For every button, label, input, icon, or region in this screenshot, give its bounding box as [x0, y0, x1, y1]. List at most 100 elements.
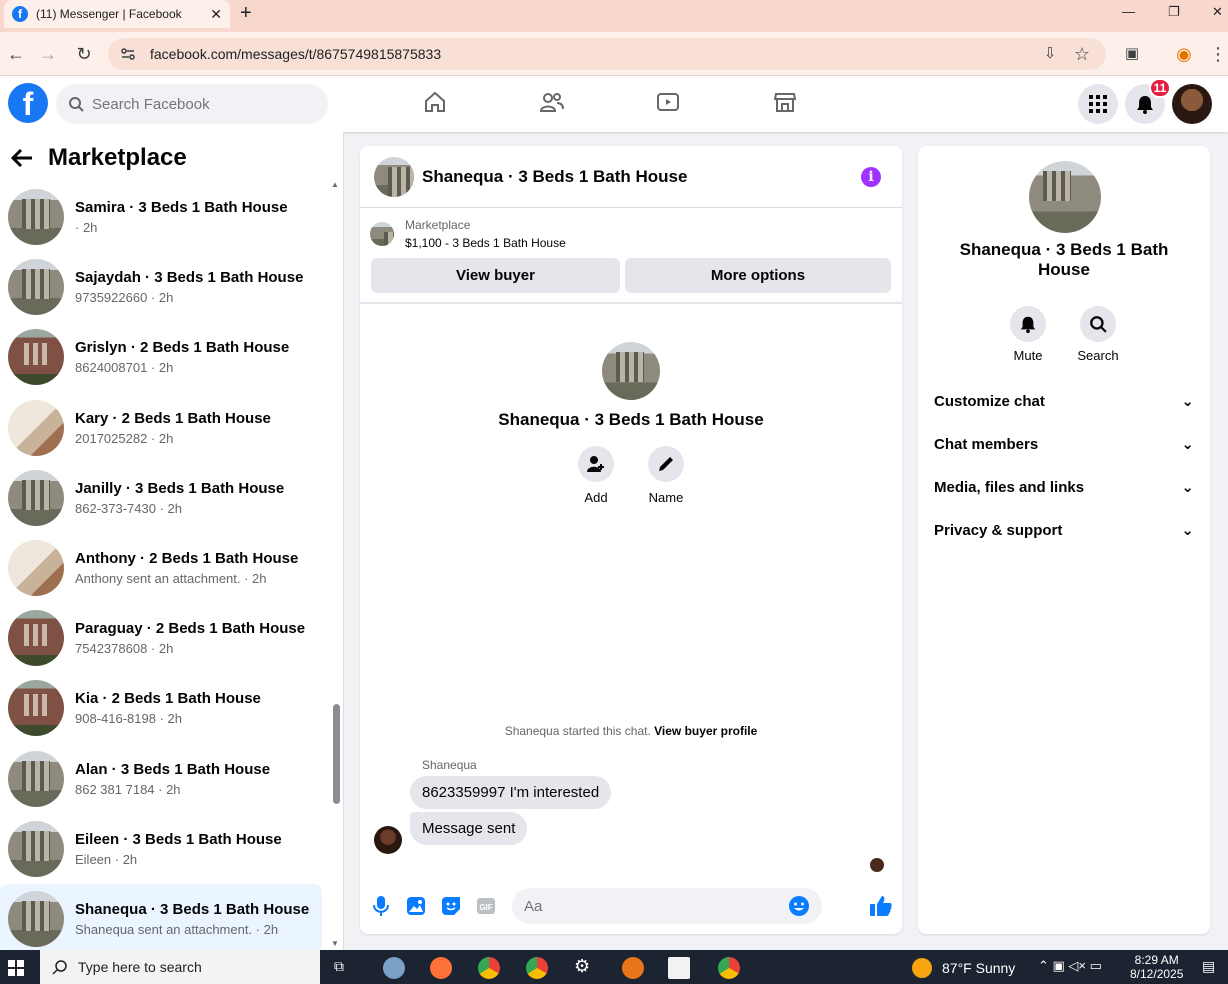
site-settings-icon[interactable]: [120, 46, 136, 62]
name-label: Name: [648, 490, 684, 505]
conversation-item[interactable]: Grislyn · 2 Beds 1 Bath House 8624008701 …: [0, 322, 322, 392]
sender-avatar[interactable]: [374, 826, 402, 854]
listing-thumbnail: [8, 750, 64, 807]
side-panel-icon[interactable]: ▣: [1122, 44, 1142, 64]
conversation-preview: 7542378608 · 2h: [75, 641, 174, 657]
info-icon[interactable]: i: [861, 167, 881, 187]
chrome-icon[interactable]: [718, 957, 740, 979]
add-person-icon: [587, 456, 604, 472]
message-bubble[interactable]: Message sent: [410, 812, 528, 845]
duckduckgo-icon[interactable]: [622, 957, 644, 979]
chat-started-notice: Shanequa started this chat. View buyer p…: [360, 724, 902, 738]
browser-toolbar: ← → ↻ facebook.com/messages/t/8675749815…: [0, 32, 1228, 76]
facebook-logo-icon[interactable]: f: [8, 83, 48, 123]
firefox-icon[interactable]: [430, 957, 452, 979]
search-input[interactable]: [92, 95, 292, 113]
conversation-item[interactable]: Paraguay · 2 Beds 1 Bath House 7542378608…: [0, 603, 322, 673]
minimize-icon[interactable]: —: [1122, 4, 1135, 19]
taskbar-clock[interactable]: 8:29 AM 8/12/2025: [1130, 953, 1183, 981]
add-people-button[interactable]: Add: [566, 446, 626, 505]
bookmark-star-icon[interactable]: ☆: [1072, 44, 1092, 64]
watch-icon[interactable]: [656, 90, 680, 114]
svg-text:GIF: GIF: [479, 903, 492, 912]
name-chat-button[interactable]: Name: [636, 446, 696, 505]
like-thumbs-up-icon[interactable]: [868, 894, 894, 918]
conversation-item[interactable]: Janilly · 3 Beds 1 Bath House 862-373-743…: [0, 463, 322, 533]
scrollbar-thumb[interactable]: [333, 704, 340, 804]
microphone-icon[interactable]: [369, 894, 393, 918]
chat-title[interactable]: Shanequa · 3 Beds 1 Bath House: [422, 167, 687, 187]
message-bubble[interactable]: 8623359997 I'm interested: [410, 776, 612, 809]
conversation-item[interactable]: Alan · 3 Beds 1 Bath House 862 381 7184 ·…: [0, 744, 322, 814]
chrome-icon[interactable]: [478, 957, 500, 979]
conversation-preview: Eileen · 2h: [75, 851, 138, 867]
customize-chat-row[interactable]: Customize chat ⌄: [934, 386, 1194, 416]
system-tray-icons[interactable]: ⌃ ▣ ◁× ▭: [1038, 958, 1102, 974]
browser-tab[interactable]: f (11) Messenger | Facebook ✕: [4, 0, 230, 28]
mute-button[interactable]: Mute: [998, 306, 1058, 363]
conversation-item[interactable]: Kia · 2 Beds 1 Bath House 908-416-8198 · …: [0, 673, 322, 743]
scrollbar[interactable]: ▲ ▼: [330, 180, 342, 948]
windows-start-icon[interactable]: [8, 960, 24, 976]
conversation-name: Grislyn · 2 Beds 1 Bath House: [75, 339, 290, 357]
close-window-icon[interactable]: ✕: [1212, 4, 1223, 20]
conversation-item[interactable]: Samira · 3 Beds 1 Bath House · 2h: [0, 182, 322, 252]
media-files-links-row[interactable]: Media, files and links ⌄: [934, 472, 1194, 502]
notification-center-icon[interactable]: ▤: [1202, 958, 1215, 975]
install-app-icon[interactable]: ⇩: [1040, 44, 1060, 64]
scroll-down-icon[interactable]: ▼: [331, 939, 339, 948]
vivaldi-icon[interactable]: [668, 957, 690, 979]
gif-icon[interactable]: GIF: [474, 894, 498, 918]
taskbar-search[interactable]: Type here to search: [40, 950, 320, 984]
back-arrow-icon[interactable]: [10, 148, 34, 168]
privacy-support-row[interactable]: Privacy & support ⌄: [934, 515, 1194, 545]
task-view-icon[interactable]: ⧉: [334, 958, 344, 975]
reload-icon[interactable]: ↻: [74, 44, 94, 64]
conversation-item[interactable]: Sajaydah · 3 Beds 1 Bath House 9735922660…: [0, 252, 322, 322]
forward-icon[interactable]: →: [38, 44, 58, 64]
profile-icon[interactable]: ◉: [1174, 44, 1194, 64]
conversation-item[interactable]: Shanequa · 3 Beds 1 Bath House Shanequa s…: [0, 884, 322, 954]
scroll-up-icon[interactable]: ▲: [331, 180, 339, 189]
row-label: Customize chat: [934, 392, 1045, 410]
view-buyer-button[interactable]: View buyer: [371, 258, 620, 293]
conversation-text: Eileen · 3 Beds 1 Bath House Eileen · 2h: [75, 831, 282, 867]
sticker-icon[interactable]: [439, 894, 463, 918]
marketplace-icon[interactable]: [773, 90, 797, 114]
more-options-button[interactable]: More options: [625, 258, 891, 293]
conversation-item[interactable]: Kary · 2 Beds 1 Bath House 2017025282 · 2…: [0, 393, 322, 463]
emoji-icon[interactable]: [788, 895, 810, 917]
menu-dots-icon[interactable]: ⋮: [1208, 44, 1228, 64]
chat-avatar[interactable]: [374, 156, 414, 197]
listing-summary[interactable]: Marketplace $1,100 - 3 Beds 1 Bath House: [370, 218, 566, 250]
photo-icon[interactable]: [404, 894, 428, 918]
friends-icon[interactable]: [540, 90, 564, 114]
message-input-box[interactable]: [512, 888, 822, 924]
message-input[interactable]: [524, 897, 788, 915]
conversation-text: Samira · 3 Beds 1 Bath House · 2h: [75, 199, 288, 235]
new-tab-icon[interactable]: +: [240, 3, 252, 23]
weather-text: 87°F Sunny: [942, 960, 1016, 976]
address-bar[interactable]: facebook.com/messages/t/8675749815875833: [108, 38, 1106, 70]
settings-gear-icon[interactable]: ⚙: [574, 956, 590, 977]
search-in-chat-button[interactable]: Search: [1068, 306, 1128, 363]
panel-header: Marketplace: [10, 144, 187, 172]
chrome-icon[interactable]: [526, 957, 548, 979]
weather-widget[interactable]: 87°F Sunny: [912, 958, 1015, 978]
conversation-item[interactable]: Eileen · 3 Beds 1 Bath House Eileen · 2h: [0, 814, 322, 884]
close-tab-icon[interactable]: ✕: [210, 6, 222, 23]
facebook-search[interactable]: [56, 84, 328, 124]
account-avatar[interactable]: [1172, 84, 1212, 124]
view-buyer-profile-link[interactable]: View buyer profile: [654, 724, 757, 738]
chevron-down-icon: ⌄: [1181, 479, 1194, 496]
conversation-preview: 862-373-7430 · 2h: [75, 500, 182, 516]
menu-grid-icon[interactable]: [1078, 84, 1118, 124]
back-icon[interactable]: ←: [6, 44, 26, 64]
restore-icon[interactable]: ❐: [1168, 4, 1180, 20]
details-name: Shanequa · 3 Beds 1 Bath House: [959, 240, 1169, 279]
clock-date: 8/12/2025: [1130, 967, 1184, 981]
home-icon[interactable]: [423, 90, 447, 114]
conversation-item[interactable]: Anthony · 2 Beds 1 Bath House Anthony sen…: [0, 533, 322, 603]
app-icon[interactable]: [383, 957, 405, 979]
chat-members-row[interactable]: Chat members ⌄: [934, 429, 1194, 459]
